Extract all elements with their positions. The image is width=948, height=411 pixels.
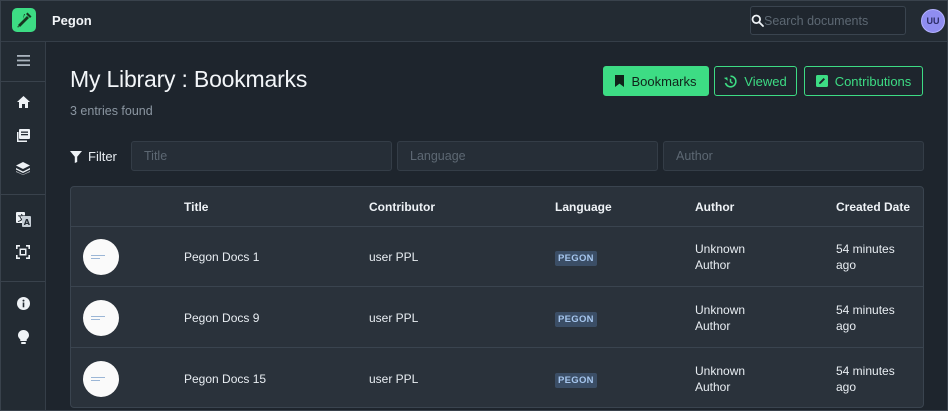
document-thumbnail bbox=[83, 300, 119, 336]
sidebar-divider bbox=[0, 281, 45, 282]
scan-icon[interactable] bbox=[11, 240, 35, 264]
header-title[interactable]: Title bbox=[184, 200, 208, 214]
tab-contributions[interactable]: Contributions bbox=[804, 66, 923, 96]
cell-created-line2: ago bbox=[836, 319, 857, 333]
pen-logo-icon bbox=[17, 12, 32, 28]
cell-title[interactable]: Pegon Docs 15 bbox=[184, 371, 266, 387]
document-thumbnail bbox=[83, 361, 119, 397]
cell-created-line1: 54 minutes bbox=[836, 303, 895, 317]
filter-language-input[interactable] bbox=[397, 141, 658, 171]
search-box[interactable] bbox=[750, 6, 931, 35]
edit-icon bbox=[815, 75, 828, 87]
cell-title[interactable]: Pegon Docs 1 bbox=[184, 249, 259, 265]
cell-created-line2: ago bbox=[836, 380, 857, 394]
cell-created-line1: 54 minutes bbox=[836, 364, 895, 378]
cell-contributor: user PPL bbox=[369, 311, 419, 325]
header-contributor[interactable]: Contributor bbox=[369, 200, 435, 214]
filter-author-input[interactable] bbox=[663, 141, 924, 171]
logo[interactable] bbox=[12, 8, 36, 32]
filter-label: Filter bbox=[70, 149, 117, 164]
svg-text:A: A bbox=[23, 218, 30, 227]
filter-icon bbox=[70, 150, 82, 163]
tab-contributions-label: Contributions bbox=[834, 73, 912, 89]
info-icon[interactable] bbox=[11, 291, 35, 315]
cell-contributor: user PPL bbox=[369, 250, 419, 264]
tab-bookmarks[interactable]: Bookmarks bbox=[603, 66, 709, 96]
filter-title-input[interactable] bbox=[131, 141, 392, 171]
cell-author-line2: Author bbox=[695, 258, 731, 272]
header-author[interactable]: Author bbox=[695, 200, 734, 214]
documents-table: Title Contributor Language Author Create… bbox=[70, 186, 924, 408]
cell-author-line1: Unknown bbox=[695, 242, 746, 256]
search-input[interactable] bbox=[764, 7, 931, 34]
book-icon[interactable] bbox=[11, 123, 35, 147]
bookmark-icon bbox=[615, 75, 625, 87]
document-thumbnail bbox=[83, 239, 119, 275]
translate-icon[interactable]: 文A bbox=[11, 207, 35, 231]
table-row[interactable]: Pegon Docs 9 user PPL PEGON Unknown Auth… bbox=[71, 288, 923, 348]
history-icon bbox=[724, 74, 737, 88]
lightbulb-icon[interactable] bbox=[11, 325, 35, 349]
app-title: Pegon bbox=[52, 13, 92, 28]
menu-icon[interactable] bbox=[11, 48, 35, 72]
sidebar-divider bbox=[0, 194, 45, 195]
tab-bookmarks-label: Bookmarks bbox=[631, 73, 697, 89]
search-icon bbox=[751, 7, 764, 34]
table-row[interactable]: Pegon Docs 15 user PPL PEGON Unknown Aut… bbox=[71, 349, 923, 407]
language-badge: PEGON bbox=[555, 312, 597, 327]
language-badge: PEGON bbox=[555, 251, 597, 266]
cell-author-line2: Author bbox=[695, 380, 731, 394]
sidebar-divider bbox=[0, 81, 45, 82]
cell-author-line1: Unknown bbox=[695, 364, 746, 378]
cell-author-line1: Unknown bbox=[695, 303, 746, 317]
cell-created-line2: ago bbox=[836, 258, 857, 272]
cell-created-line1: 54 minutes bbox=[836, 242, 895, 256]
page-title: My Library : Bookmarks bbox=[70, 66, 308, 92]
user-avatar[interactable]: UU bbox=[921, 9, 945, 33]
filter-label-text: Filter bbox=[88, 149, 117, 164]
home-icon[interactable] bbox=[11, 90, 35, 114]
cell-title[interactable]: Pegon Docs 9 bbox=[184, 310, 259, 326]
tab-viewed[interactable]: Viewed bbox=[714, 66, 797, 96]
header-created-date[interactable]: Created Date bbox=[836, 200, 910, 214]
tab-viewed-label: Viewed bbox=[744, 73, 787, 89]
entry-count: 3 entries found bbox=[70, 104, 153, 118]
table-header: Title Contributor Language Author Create… bbox=[71, 187, 923, 227]
table-row[interactable]: Pegon Docs 1 user PPL PEGON Unknown Auth… bbox=[71, 227, 923, 287]
layers-icon[interactable] bbox=[11, 156, 35, 180]
cell-author-line2: Author bbox=[695, 319, 731, 333]
language-badge: PEGON bbox=[555, 373, 597, 388]
top-bar: Pegon UU bbox=[0, 0, 948, 42]
cell-contributor: user PPL bbox=[369, 372, 419, 386]
header-language[interactable]: Language bbox=[555, 200, 612, 214]
sidebar: 文A bbox=[0, 42, 46, 411]
